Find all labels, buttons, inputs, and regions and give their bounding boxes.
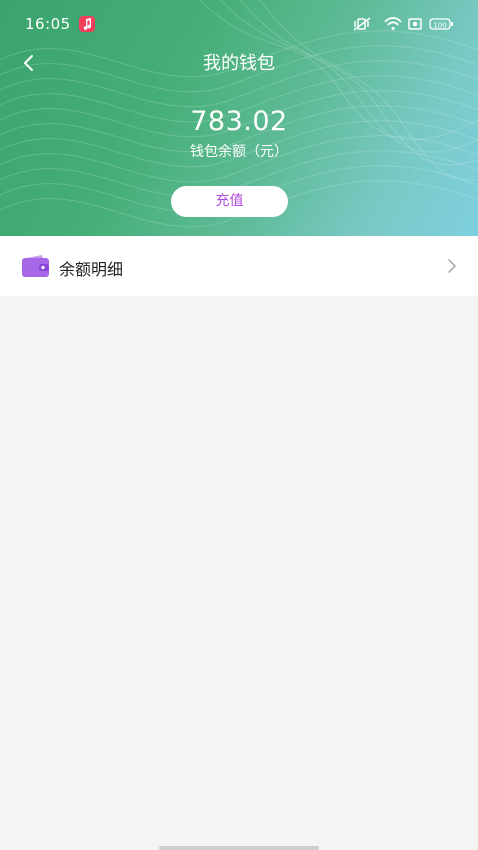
vibrate-icon — [353, 17, 371, 31]
cast-icon — [408, 18, 422, 30]
home-indicator[interactable] — [159, 846, 319, 850]
music-app-icon — [79, 16, 95, 32]
status-icons: 100 — [353, 17, 453, 31]
wifi-icon — [384, 17, 402, 30]
status-bar: 16:05 100 — [0, 0, 478, 48]
row-label: 余额明细 — [59, 260, 124, 279]
balance-details-row[interactable]: 余额明细 — [0, 236, 478, 296]
svg-text:100: 100 — [433, 21, 446, 29]
nav-bar: 我的钱包 — [0, 44, 478, 80]
chevron-right-icon — [448, 259, 456, 273]
battery-icon: 100 — [429, 18, 453, 30]
balance-amount: 783.02 — [190, 106, 288, 137]
balance-label: 钱包余额（元） — [190, 144, 288, 160]
page-title: 我的钱包 — [203, 53, 275, 74]
recharge-button[interactable]: 充值 — [171, 186, 288, 217]
wallet-icon — [22, 255, 49, 277]
status-indicators: 100 — [353, 16, 454, 32]
wallet-header: 16:05 100 我的钱包 783.02 钱包余额（元） 充值 — [0, 0, 478, 236]
status-time: 16:05 — [25, 15, 71, 33]
